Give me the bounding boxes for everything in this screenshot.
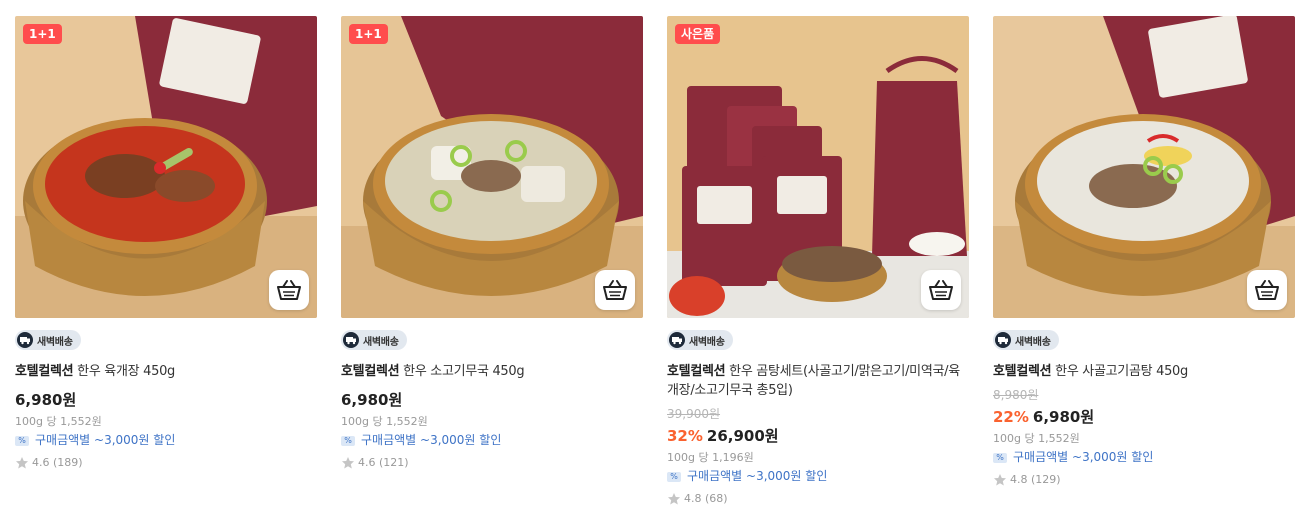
rating: 4.6 (121)	[341, 455, 643, 470]
add-to-cart-button[interactable]	[595, 270, 635, 310]
star-icon	[16, 456, 28, 468]
brand: 호텔컬렉션	[15, 364, 74, 379]
truck-icon	[17, 332, 33, 348]
product-image[interactable]: 1+1	[15, 16, 317, 318]
coupon-icon: %	[15, 435, 29, 446]
product-title: 한우 육개장 450g	[77, 364, 175, 379]
coupon-icon: %	[667, 471, 681, 482]
review-count: (189)	[53, 456, 83, 469]
sale-price: 26,900원	[706, 427, 779, 445]
star-icon	[994, 473, 1006, 485]
price: 22% 6,980원	[993, 407, 1295, 427]
brand: 호텔컬렉션	[993, 364, 1052, 379]
rating-value: 4.8	[1010, 473, 1028, 486]
rating-value: 4.6	[358, 456, 376, 469]
brand: 호텔컬렉션	[667, 364, 726, 379]
product-name[interactable]: 호텔컬렉션 한우 곰탕세트(사골고기/맑은고기/미역국/육개장/소고기무국 총5…	[667, 362, 969, 400]
product-image[interactable]	[993, 16, 1295, 318]
product-title: 한우 소고기무국 450g	[403, 364, 525, 379]
unit-price: 100g 당 1,196원	[667, 451, 754, 464]
product-image[interactable]: 1+1	[341, 16, 643, 318]
star-icon	[342, 456, 354, 468]
coupon-text: 구매금액별 ~3,000원 할인	[1013, 450, 1154, 464]
coupon-text: 구매금액별 ~3,000원 할인	[361, 433, 502, 447]
product-card[interactable]: 사은품 새벽배송 호텔컬렉션 한우 곰탕세트(사골고기/맑은고기/미역국/육개장…	[667, 16, 969, 506]
basket-icon	[929, 280, 953, 300]
gift-tag: 사은품	[675, 24, 721, 44]
product-image[interactable]: 사은품	[667, 16, 969, 318]
rating-value: 4.8	[684, 492, 702, 505]
product-name[interactable]: 호텔컬렉션 한우 소고기무국 450g	[341, 362, 643, 381]
brand: 호텔컬렉션	[341, 364, 400, 379]
star-icon	[668, 492, 680, 504]
unit-price: 100g 당 1,552원	[15, 415, 102, 428]
delivery-label: 새벽배송	[689, 336, 725, 348]
coupon-text: 구매금액별 ~3,000원 할인	[35, 433, 176, 447]
sale-price: 6,980원	[341, 391, 403, 409]
delivery-badge: 새벽배송	[993, 330, 1059, 350]
product-card[interactable]: 1+1 새벽배송 호텔컬렉션 한우 육개장 450g 6,980원 100g 당…	[15, 16, 317, 506]
sale-price: 6,980원	[15, 391, 77, 409]
product-card[interactable]: 1+1 새벽배송 호텔컬렉션 한우 소고기무국 450g 6,980원 100g…	[341, 16, 643, 506]
original-price: 39,900원	[667, 407, 721, 421]
discount-rate: 32%	[667, 427, 703, 445]
sale-price: 6,980원	[1032, 408, 1095, 426]
coupon-icon: %	[993, 452, 1007, 463]
add-to-cart-button[interactable]	[921, 270, 961, 310]
price: 6,980원	[15, 390, 317, 410]
delivery-badge: 새벽배송	[341, 330, 407, 350]
price: 32% 26,900원	[667, 426, 969, 446]
truck-icon	[343, 332, 359, 348]
discount-rate: 22%	[993, 408, 1029, 426]
product-grid: 1+1 새벽배송 호텔컬렉션 한우 육개장 450g 6,980원 100g 당…	[15, 16, 1295, 506]
product-name[interactable]: 호텔컬렉션 한우 육개장 450g	[15, 362, 317, 381]
basket-icon	[277, 280, 301, 300]
delivery-label: 새벽배송	[37, 336, 73, 348]
delivery-badge: 새벽배송	[15, 330, 81, 350]
rating-value: 4.6	[32, 456, 50, 469]
price: 6,980원	[341, 390, 643, 410]
basket-icon	[1255, 280, 1279, 300]
add-to-cart-button[interactable]	[1247, 270, 1287, 310]
review-count: (121)	[379, 456, 409, 469]
coupon-info: % 구매금액별 ~3,000원 할인	[341, 432, 643, 449]
coupon-icon: %	[341, 435, 355, 446]
coupon-info: % 구매금액별 ~3,000원 할인	[667, 468, 969, 485]
promo-tag: 1+1	[349, 24, 388, 44]
add-to-cart-button[interactable]	[269, 270, 309, 310]
original-price: 8,980원	[993, 388, 1039, 402]
rating: 4.8 (129)	[993, 472, 1295, 487]
truck-icon	[995, 332, 1011, 348]
unit-price: 100g 당 1,552원	[341, 415, 428, 428]
product-name[interactable]: 호텔컬렉션 한우 사골고기곰탕 450g	[993, 362, 1295, 381]
coupon-info: % 구매금액별 ~3,000원 할인	[993, 449, 1295, 466]
review-count: (129)	[1031, 473, 1061, 486]
coupon-text: 구매금액별 ~3,000원 할인	[687, 469, 828, 483]
unit-price: 100g 당 1,552원	[993, 432, 1080, 445]
rating: 4.8 (68)	[667, 491, 969, 506]
product-card[interactable]: 새벽배송 호텔컬렉션 한우 사골고기곰탕 450g 8,980원 22% 6,98…	[993, 16, 1295, 506]
truck-icon	[669, 332, 685, 348]
delivery-badge: 새벽배송	[667, 330, 733, 350]
product-title: 한우 사골고기곰탕 450g	[1055, 364, 1188, 379]
coupon-info: % 구매금액별 ~3,000원 할인	[15, 432, 317, 449]
review-count: (68)	[705, 492, 728, 505]
basket-icon	[603, 280, 627, 300]
rating: 4.6 (189)	[15, 455, 317, 470]
promo-tag: 1+1	[23, 24, 62, 44]
delivery-label: 새벽배송	[1015, 336, 1051, 348]
delivery-label: 새벽배송	[363, 336, 399, 348]
